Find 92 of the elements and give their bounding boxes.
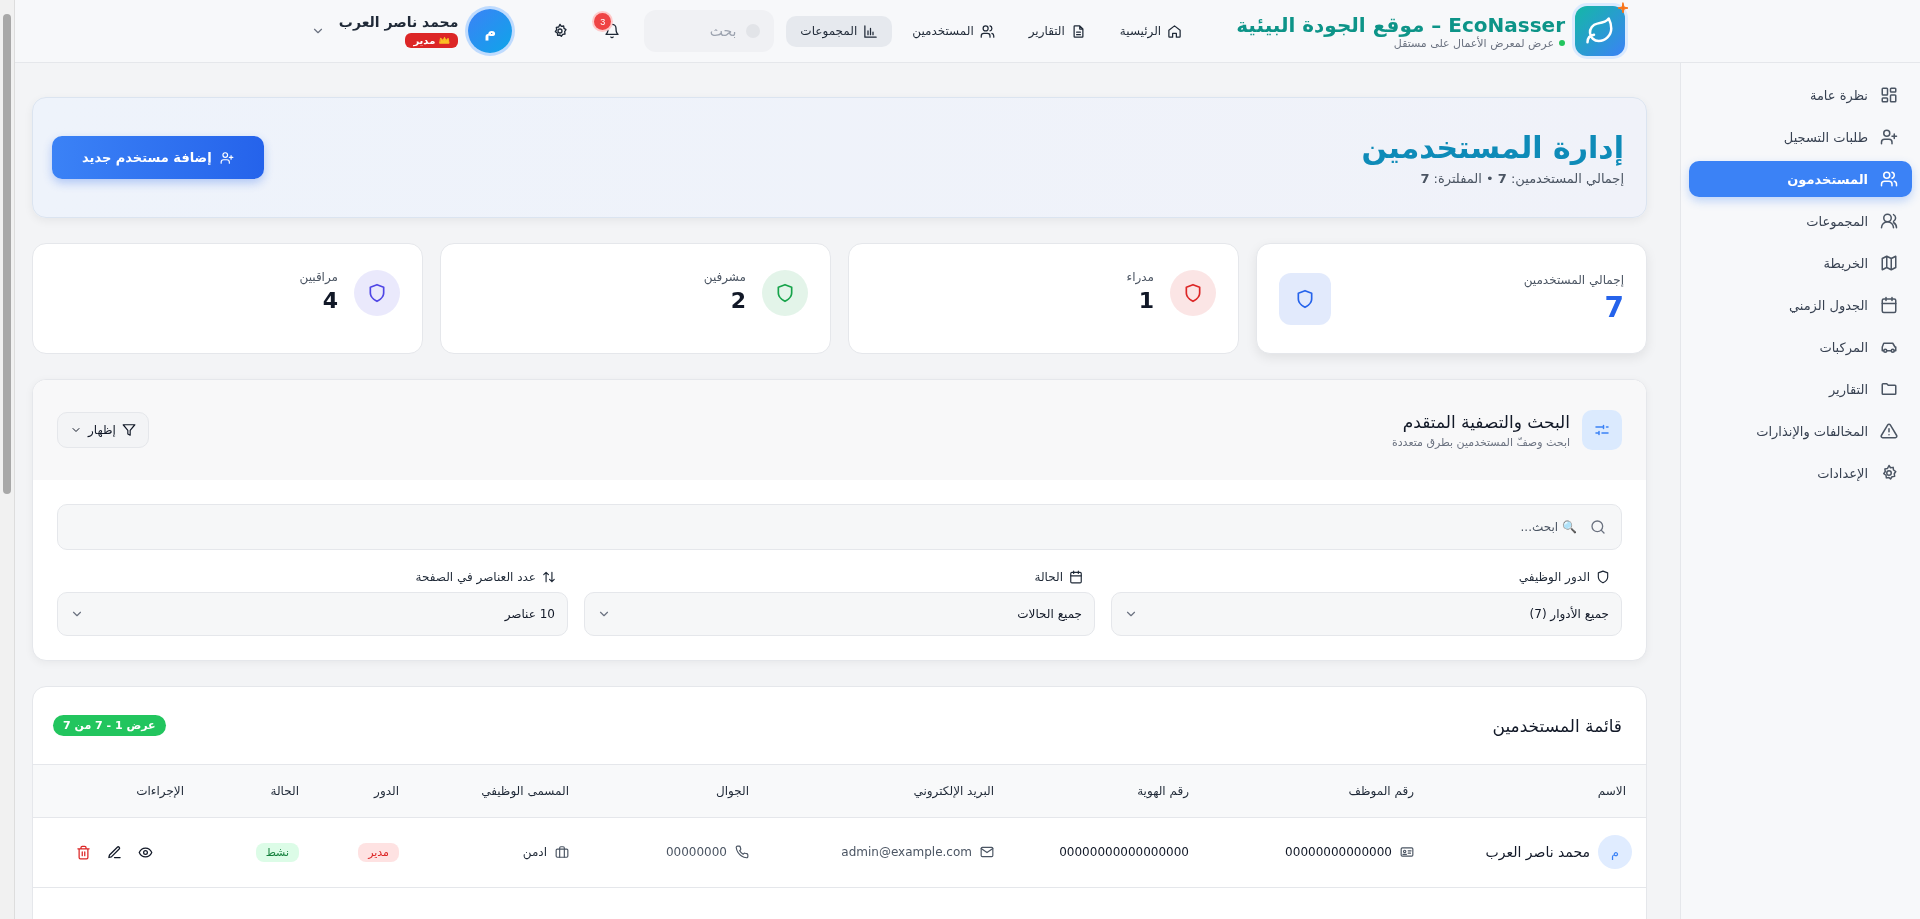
- table-cell: 00000000000000: [1285, 845, 1392, 859]
- dropdown[interactable]: 10 عناصر: [57, 592, 568, 636]
- user-avatar: م: [1598, 835, 1632, 869]
- calendar-icon: [1069, 570, 1083, 584]
- table-cell: 00000000000000000: [1059, 845, 1189, 859]
- filter-icon: [121, 423, 136, 437]
- table-title: قائمة المستخدمين: [1492, 715, 1622, 736]
- home-icon: [1167, 23, 1183, 39]
- filter-subtitle: ابحث وصفّ المستخدمين بطرق متعددة: [1390, 435, 1570, 449]
- bar-chart-icon: [863, 23, 879, 39]
- user-name: محمد ناصر العرب: [338, 14, 459, 30]
- sidebar-item[interactable]: المستخدمون: [1689, 161, 1912, 197]
- column-header: الحالة: [196, 765, 311, 817]
- notification-count: 3: [594, 13, 612, 30]
- shield-icon: [1596, 570, 1610, 584]
- scrollbar[interactable]: [0, 0, 15, 919]
- trash-icon: [76, 844, 91, 860]
- stat-label: إجمالي المستخدمين: [1523, 273, 1624, 287]
- user-name: محمد ناصر العرب: [1485, 844, 1590, 860]
- table-cell: 00000000: [665, 845, 727, 859]
- nav-link[interactable]: الرئيسية: [1105, 15, 1197, 47]
- filter-label: عدد العناصر في الصفحة: [415, 570, 536, 584]
- sidebar-item[interactable]: نظرة عامة: [1689, 77, 1912, 113]
- show-filters-button[interactable]: إظهار: [57, 412, 149, 448]
- stat-label: مشرفين: [703, 270, 746, 284]
- sort-icon: [542, 570, 556, 584]
- document-icon: [1070, 23, 1086, 39]
- column-header: رقم الهوية: [1006, 765, 1201, 817]
- folder-icon: [1880, 380, 1898, 398]
- nav-link[interactable]: المستخدمين: [898, 15, 1009, 47]
- sidebar-item[interactable]: الجدول الزمني: [1689, 287, 1912, 323]
- dropdown[interactable]: جميع الحالات: [584, 592, 1095, 636]
- page-title: إدارة المستخدمين: [1361, 129, 1624, 165]
- users-icon: [1880, 212, 1898, 230]
- map-icon: [1880, 254, 1898, 272]
- stat-label: مراقبين: [299, 270, 338, 284]
- dropdown[interactable]: جميع الأدوار (7): [1111, 592, 1622, 636]
- pencil-icon: [107, 844, 122, 860]
- column-header: الإجراءات: [33, 765, 196, 817]
- column-header: البريد الإلكتروني: [761, 765, 1006, 817]
- settings-icon: [1880, 464, 1898, 482]
- bell-icon: [604, 23, 621, 39]
- sidebar-item[interactable]: المجموعات: [1689, 203, 1912, 239]
- stat-value: 2: [729, 288, 746, 313]
- users-icon: [979, 23, 995, 39]
- table-cell: ادمن: [522, 845, 547, 859]
- user-plus-icon: [219, 150, 234, 165]
- filter-label: الحالة: [1034, 570, 1063, 584]
- briefcase-icon: [555, 845, 569, 859]
- phone-icon: [735, 845, 749, 859]
- table-cell: admin@example.com: [841, 845, 972, 859]
- grid-icon: [1880, 86, 1898, 104]
- column-header: المسمى الوظيفي: [411, 765, 581, 817]
- sidebar-item[interactable]: المخالفات والإنذارات: [1689, 413, 1912, 449]
- id-card-icon: [1400, 845, 1414, 859]
- mail-icon: [980, 845, 994, 859]
- sparkle-icon: [1617, 2, 1629, 14]
- settings-icon: [552, 23, 569, 39]
- filter-label: الدور الوظيفي: [1518, 570, 1590, 584]
- crown-icon: [439, 35, 451, 46]
- sidebar-item[interactable]: المركبات: [1689, 329, 1912, 365]
- stat-value: 1: [1137, 288, 1154, 313]
- search-field[interactable]: بحث: [644, 10, 775, 52]
- nav-link[interactable]: التقارير: [1014, 15, 1100, 47]
- notifications-button[interactable]: 3: [592, 11, 633, 51]
- filter-title: البحث والتصفية المتقدم: [1401, 411, 1570, 432]
- sidebar-item[interactable]: التقارير: [1689, 371, 1912, 407]
- warning-icon: [1880, 422, 1898, 440]
- column-header: الاسم: [1426, 765, 1646, 817]
- status-tag: نشط: [255, 842, 299, 862]
- nav-link[interactable]: المجموعات: [786, 15, 893, 47]
- eye-icon: [138, 844, 153, 860]
- site-title: EcoNasser – موقع الجودة البيئية: [1236, 12, 1565, 37]
- site-subtitle: عرض لمعرض الأعمال على مستقل: [1393, 36, 1554, 50]
- stat-value: 7: [1603, 291, 1624, 324]
- search-field[interactable]: 🔍 ابحث...: [57, 504, 1622, 550]
- column-header: الدور: [311, 765, 411, 817]
- role-badge: مدير: [405, 33, 459, 48]
- sidebar-item[interactable]: طلبات التسجيل: [1689, 119, 1912, 155]
- role-tag: مدير: [358, 842, 399, 862]
- column-header: رقم الموظف: [1201, 765, 1426, 817]
- sidebar-item[interactable]: الخريطة: [1689, 245, 1912, 281]
- stat-label: مدراء: [1126, 270, 1154, 284]
- calendar-icon: [1880, 296, 1898, 314]
- range-badge: عرض 1 - 7 من 7: [53, 715, 166, 736]
- stat-value: 4: [321, 288, 338, 313]
- sidebar-item[interactable]: الإعدادات: [1689, 455, 1912, 491]
- leaf-icon: [1585, 16, 1615, 46]
- column-header: الجوال: [581, 765, 761, 817]
- user-plus-icon: [1880, 128, 1898, 146]
- users-icon: [1880, 170, 1898, 188]
- add-user-button[interactable]: إضافة مستخدم جديد: [52, 136, 264, 179]
